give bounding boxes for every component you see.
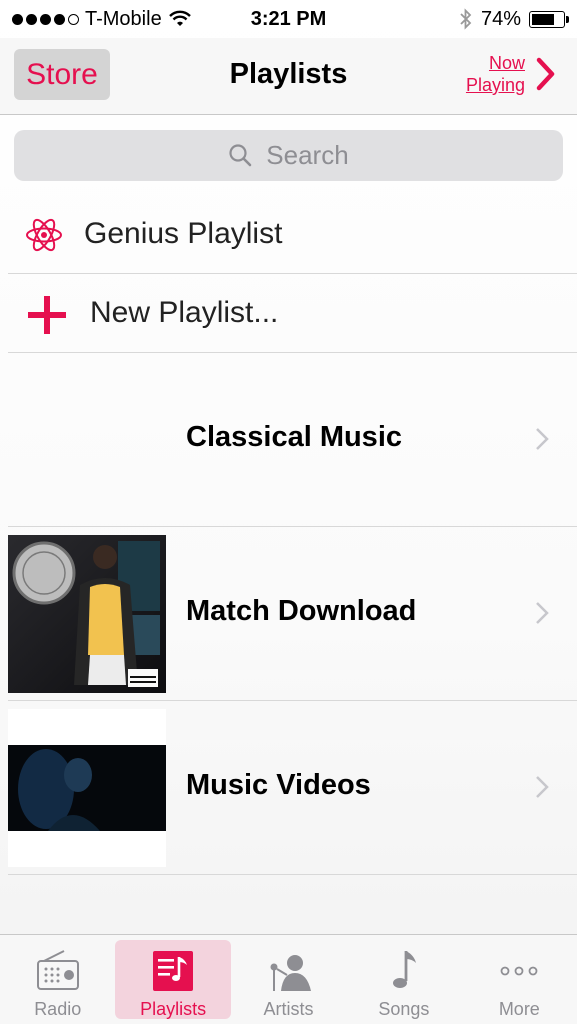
playlist-name: Match Download (186, 595, 417, 627)
songs-icon (392, 951, 416, 988)
tab-radio[interactable]: Radio (0, 935, 115, 1024)
akon-album-artwork (8, 535, 166, 693)
carrier-name: T-Mobile (85, 7, 162, 30)
status-right: 74% (459, 7, 569, 31)
tab-more[interactable]: More (462, 935, 577, 1024)
tab-artists[interactable]: Artists (231, 935, 346, 1024)
status-bar: T-Mobile 3:21 PM 74% (0, 0, 577, 38)
tab-label: Radio (34, 999, 82, 1019)
search-icon (229, 143, 252, 166)
radio-icon (36, 950, 79, 990)
chevron-right-icon (536, 602, 549, 624)
tab-playlists[interactable]: Playlists (115, 940, 231, 1019)
tab-label: Playlists (140, 999, 207, 1019)
chevron-right-icon (536, 428, 549, 450)
search-placeholder: Search (266, 140, 349, 170)
playlist-row[interactable]: Match Download (8, 527, 577, 701)
playlist-artwork-empty (8, 361, 166, 519)
now-playing-button[interactable]: Now Playing (466, 52, 557, 96)
battery-level (532, 13, 555, 25)
playlist-row[interactable]: Classical Music (8, 353, 577, 527)
search-input[interactable]: Search (14, 130, 563, 181)
genius-playlist-label: Genius Playlist (84, 217, 283, 250)
playlist-name: Music Videos (186, 769, 371, 801)
battery-icon (529, 10, 569, 28)
tab-songs[interactable]: Songs (346, 935, 461, 1024)
signal-strength-icon (12, 13, 79, 25)
tab-bar: Radio Playlists Artists Songs More (0, 934, 577, 1024)
battery-percent: 74% (480, 7, 521, 30)
artists-icon (270, 955, 311, 991)
more-icon (500, 966, 538, 976)
new-playlist-label: New Playlist... (90, 296, 279, 329)
wifi-icon (168, 10, 191, 26)
playlists-icon (153, 951, 194, 991)
bluetooth-icon (460, 8, 472, 30)
tab-label: Songs (378, 999, 430, 1019)
playlist-name: Classical Music (186, 421, 402, 453)
chevron-right-icon (536, 776, 549, 798)
now-playing-label: Now Playing (465, 53, 525, 95)
tab-label: More (498, 999, 540, 1019)
genius-playlist-row[interactable]: Genius Playlist (8, 195, 577, 274)
genius-atom-icon (26, 218, 62, 252)
chevron-right-icon (536, 57, 555, 91)
music-video-artwork (8, 709, 166, 867)
playlist-row[interactable]: Music Videos (8, 701, 577, 875)
tab-label: Artists (263, 999, 314, 1019)
new-playlist-row[interactable]: New Playlist... (8, 274, 577, 353)
plus-icon (28, 296, 66, 334)
status-left: T-Mobile (12, 8, 192, 31)
navigation-bar: Store Playlists Now Playing (0, 38, 577, 115)
